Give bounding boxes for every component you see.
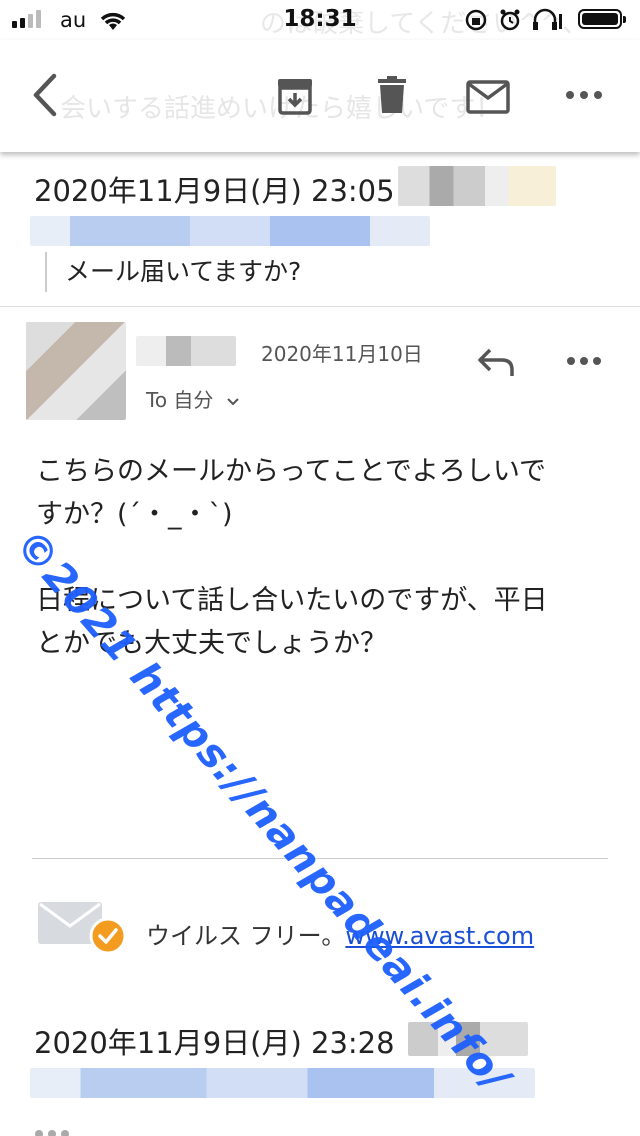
avatar[interactable] bbox=[26, 322, 126, 420]
message-more-icon[interactable] bbox=[566, 354, 602, 368]
archive-icon[interactable] bbox=[276, 76, 316, 116]
mark-unread-mail-icon[interactable] bbox=[466, 80, 510, 114]
expand-quoted-icon[interactable] bbox=[34, 1126, 74, 1136]
delete-trash-icon[interactable] bbox=[376, 76, 408, 116]
reply-icon[interactable] bbox=[476, 346, 516, 378]
quoted-text: メール届いてますか? bbox=[45, 252, 301, 292]
back-arrow-icon[interactable] bbox=[28, 70, 62, 120]
blurred-sender-name bbox=[398, 166, 556, 206]
chevron-down-icon bbox=[227, 398, 239, 406]
message-datetime: 2020年11月9日(月) 23:05 bbox=[34, 174, 395, 208]
recipient-toggle[interactable]: To 自分 bbox=[146, 384, 240, 413]
more-options-icon[interactable] bbox=[564, 88, 604, 102]
status-bar: のは破棄してください^^、 au 18:31 bbox=[0, 0, 640, 40]
headphones-icon bbox=[533, 8, 562, 30]
mail-toolbar: 会いする話進めいけたら嬉しいです！ bbox=[0, 40, 640, 152]
blurred-sender-name bbox=[136, 336, 236, 366]
rotation-lock-icon bbox=[465, 9, 487, 31]
alarm-icon bbox=[500, 9, 520, 31]
blurred-sender-email bbox=[30, 216, 430, 246]
message-divider bbox=[0, 306, 640, 307]
battery-icon bbox=[578, 9, 626, 29]
signature-text: ウイルス フリー。 bbox=[146, 922, 346, 950]
avast-mail-icon bbox=[38, 902, 127, 955]
message-datetime: 2020年11月9日(月) 23:28 bbox=[34, 1026, 395, 1060]
message-date: 2020年11月10日 bbox=[261, 342, 423, 366]
recipient-label: To 自分 bbox=[146, 388, 214, 412]
